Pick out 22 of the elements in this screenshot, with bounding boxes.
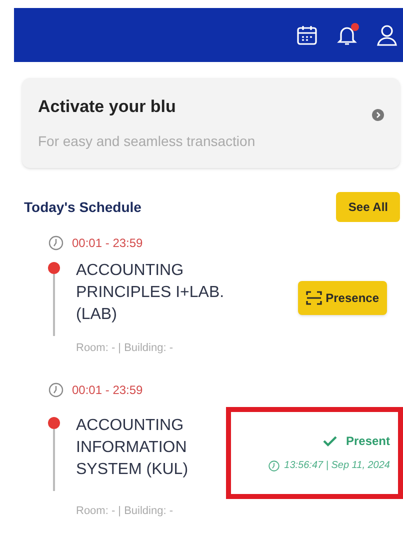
course-title: ACCOUNTING INFORMATION SYSTEM (KUL) bbox=[76, 416, 190, 480]
course-title: ACCOUNTING PRINCIPLES I+LAB. (LAB) bbox=[76, 261, 226, 325]
scan-icon bbox=[306, 290, 322, 306]
clock-icon bbox=[268, 460, 280, 472]
section-title: Today's Schedule bbox=[24, 198, 142, 217]
time-range: 00:01 - 23:59 bbox=[72, 235, 143, 252]
clock-icon bbox=[48, 382, 64, 398]
timestamp: 13:56:47 | Sep 11, 2024 bbox=[284, 459, 390, 473]
presence-button[interactable]: Presence bbox=[298, 281, 387, 315]
location-text: Room: - | Building: - bbox=[76, 504, 174, 518]
promo-subtitle: For easy and seamless transaction bbox=[38, 132, 256, 152]
time-range: 00:01 - 23:59 bbox=[72, 382, 143, 398]
calendar-icon[interactable] bbox=[295, 23, 319, 47]
location-text: Room: - | Building: - bbox=[76, 341, 174, 356]
status-text: Present bbox=[346, 433, 390, 450]
clock-icon bbox=[48, 235, 64, 251]
promo-title: Activate your blu bbox=[38, 96, 177, 118]
see-all-button[interactable]: See All bbox=[336, 192, 400, 222]
chevron-right-icon[interactable] bbox=[372, 109, 384, 121]
user-icon[interactable] bbox=[375, 23, 399, 47]
promo-card[interactable]: Activate your blu For easy and seamless transaction bbox=[22, 78, 400, 168]
check-icon bbox=[322, 433, 338, 449]
